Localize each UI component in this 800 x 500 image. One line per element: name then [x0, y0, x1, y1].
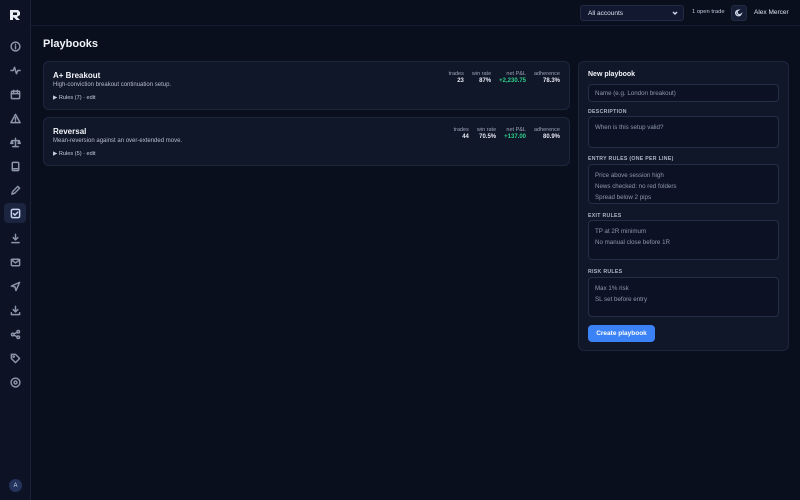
activity-icon[interactable] — [4, 60, 26, 80]
playbook-name: A+ Breakout — [53, 71, 101, 80]
stat-adherence: adherence 80.9% — [534, 127, 560, 140]
open-trade-count[interactable]: 1 open trade — [692, 9, 725, 15]
app-logo[interactable] — [8, 8, 22, 22]
stat-value: +137.00 — [504, 134, 526, 140]
send-icon[interactable] — [4, 276, 26, 296]
sidebar: A — [0, 0, 31, 500]
checklist-icon[interactable] — [4, 203, 26, 223]
stat-label: net P&L — [506, 127, 526, 133]
risk-rules-label: RISK RULES — [588, 269, 623, 275]
info-icon[interactable] — [4, 36, 26, 56]
help-icon[interactable] — [4, 372, 26, 392]
avatar[interactable]: A — [9, 479, 22, 492]
exit-rules-label: EXIT RULES — [588, 213, 622, 219]
playbook-name: Reversal — [53, 127, 87, 136]
stat-pnl: net P&L +137.00 — [504, 127, 526, 140]
alert-icon[interactable] — [4, 108, 26, 128]
stat-value: 23 — [457, 78, 464, 84]
description-label: DESCRIPTION — [588, 109, 627, 115]
download-icon[interactable] — [4, 228, 26, 248]
stat-pnl: net P&L +2,230.75 — [499, 71, 526, 84]
playbook-card[interactable]: Reversal Mean-reversion against an over-… — [43, 117, 570, 166]
playbook-rules-toggle[interactable]: ▶ Rules (5) · edit — [53, 151, 96, 157]
name-input[interactable]: Name (e.g. London breakout) — [588, 84, 779, 102]
calendar-icon[interactable] — [4, 84, 26, 104]
playbook-rules-label: Rules (7) · edit — [58, 95, 96, 101]
stat-label: trades — [448, 71, 464, 77]
user-name[interactable]: Alex Mercer — [754, 9, 789, 16]
account-select[interactable]: All accounts — [580, 5, 684, 21]
stat-label: adherence — [534, 127, 560, 133]
stat-value: 78.3% — [542, 78, 560, 84]
stat-trades: trades 23 — [449, 71, 464, 84]
playbook-stats: trades 44 win rate 70.5% net P&L +137.00 ad… — [454, 127, 560, 140]
create-playbook-button[interactable]: Create playbook — [588, 325, 655, 342]
account-select-value: All accounts — [588, 9, 624, 17]
tag-icon[interactable] — [4, 348, 26, 368]
form-title: New playbook — [588, 71, 636, 78]
playbook-card[interactable]: A+ Breakout High-conviction breakout con… — [43, 61, 570, 110]
page-title: Playbooks — [43, 38, 99, 50]
topbar — [31, 0, 800, 26]
share-icon[interactable] — [4, 324, 26, 344]
stat-label: net P&L — [506, 71, 526, 77]
stat-label: adherence — [534, 71, 560, 77]
new-playbook-form: New playbook Name (e.g. London breakout)… — [578, 61, 789, 351]
entry-rules-label: ENTRY RULES (ONE PER LINE) — [588, 156, 674, 162]
theme-toggle-button[interactable] — [731, 5, 747, 21]
playbook-rules-toggle[interactable]: ▶ Rules (7) · edit — [53, 95, 96, 101]
book-icon[interactable] — [4, 156, 26, 176]
stat-label: trades — [453, 127, 469, 133]
stat-value: 70.5% — [479, 134, 497, 140]
risk-rules-textarea[interactable]: Max 1% risk SL set before entry — [588, 277, 779, 317]
entry-rules-textarea[interactable]: Price above session high News checked: n… — [588, 164, 779, 204]
playbook-rules-label: Rules (5) · edit — [58, 151, 96, 157]
exit-rules-textarea[interactable]: TP at 2R minimum No manual close before … — [588, 220, 779, 260]
playbook-description: Mean-reversion against an over-extended … — [53, 138, 183, 144]
moon-icon — [735, 9, 743, 17]
stat-winrate: win rate 87% — [472, 71, 491, 84]
stat-trades: trades 44 — [454, 127, 469, 140]
mail-icon[interactable] — [4, 252, 26, 272]
stat-value: 80.9% — [542, 134, 560, 140]
stat-value: 87% — [479, 78, 492, 84]
stat-label: win rate — [471, 71, 492, 77]
stat-winrate: win rate 70.5% — [477, 127, 496, 140]
stat-value: +2,230.75 — [499, 78, 526, 84]
chevron-down-icon — [672, 10, 678, 16]
playbook-stats: trades 23 win rate 87% net P&L +2,230.75 ad… — [449, 71, 560, 84]
playbook-description: High-conviction breakout continuation se… — [53, 82, 172, 88]
stat-adherence: adherence 78.3% — [534, 71, 560, 84]
stat-value: 44 — [462, 134, 469, 140]
stat-label: win rate — [476, 127, 497, 133]
pen-icon[interactable] — [4, 180, 26, 200]
description-textarea[interactable]: When is this setup valid? — [588, 116, 779, 148]
scale-icon[interactable] — [4, 132, 26, 152]
import-icon[interactable] — [4, 300, 26, 320]
